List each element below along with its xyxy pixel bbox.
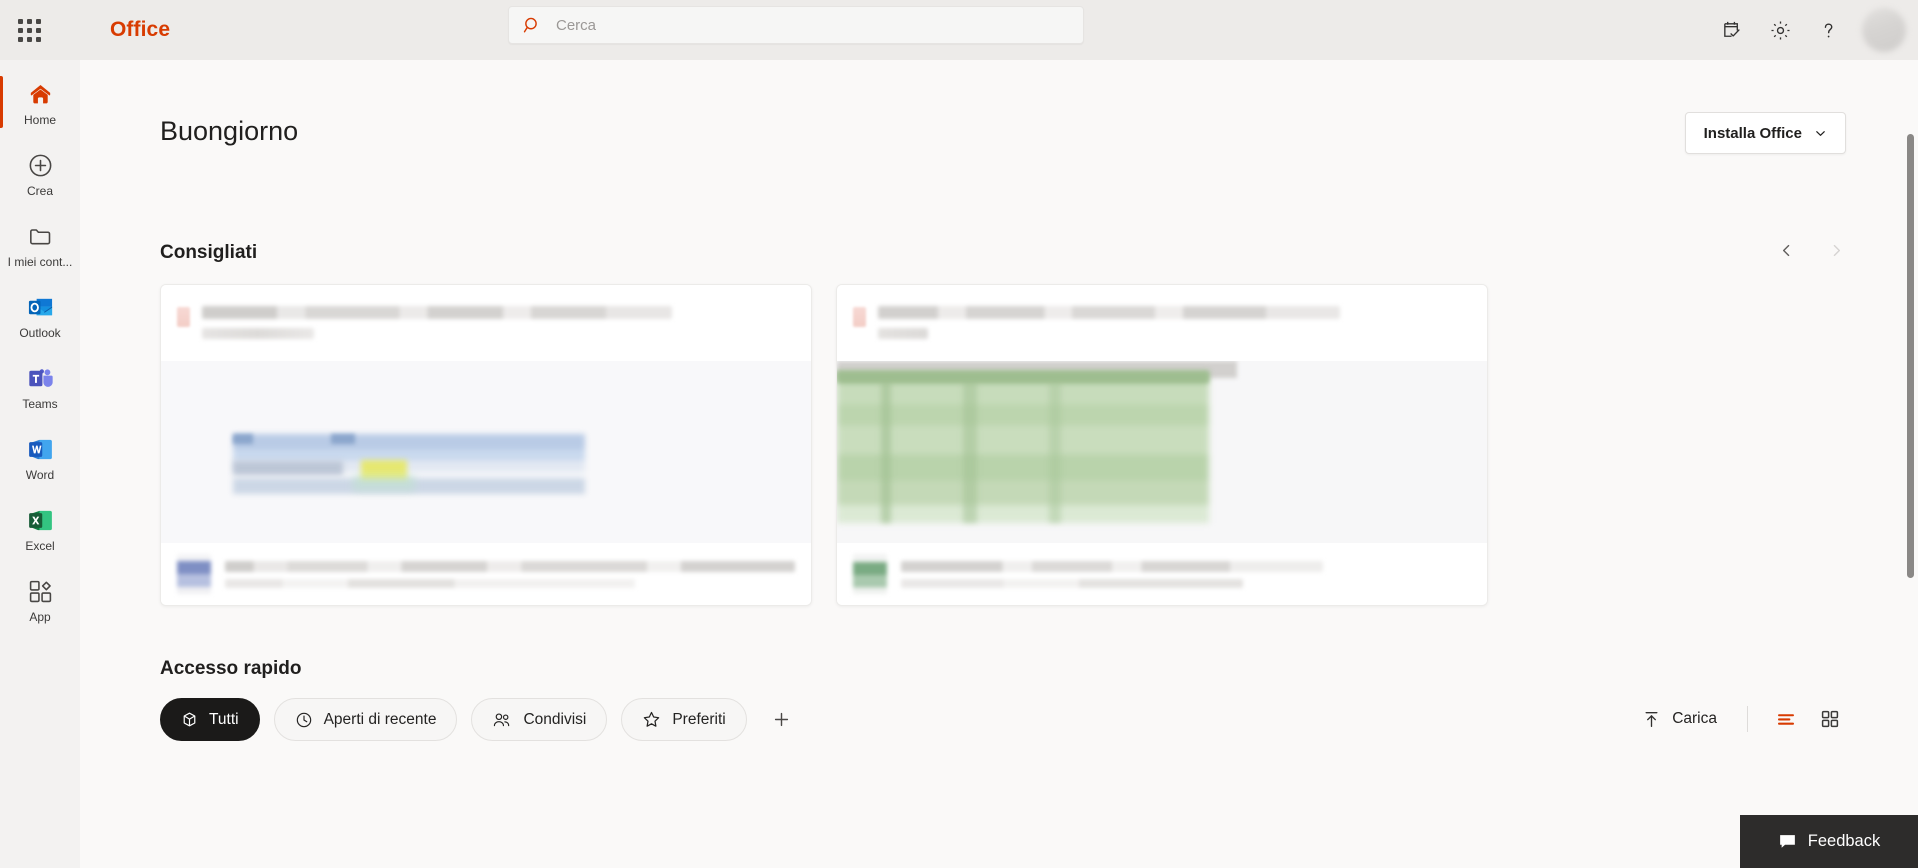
sidebar-item-outlook[interactable]: Outlook	[0, 281, 80, 352]
sidebar-item-label: I miei cont...	[7, 255, 73, 269]
apps-icon	[27, 577, 54, 605]
filter-chip-label: Preferiti	[672, 710, 726, 728]
card-title-placeholder	[202, 306, 672, 319]
feedback-button[interactable]: Feedback	[1740, 815, 1918, 868]
plus-icon	[775, 712, 789, 727]
app-sidebar: Home Crea I miei cont... Outlook Teams W…	[0, 60, 80, 868]
card-header	[837, 285, 1487, 361]
main-content: Buongiorno Installa Office Consigliati A…	[80, 60, 1918, 868]
install-office-label: Installa Office	[1703, 124, 1802, 142]
sidebar-item-label: App	[29, 610, 51, 624]
plus-circle-icon	[27, 151, 54, 179]
card-footer	[837, 543, 1487, 605]
add-filter-button[interactable]	[765, 703, 799, 737]
outlook-icon	[27, 293, 54, 321]
search-icon	[523, 17, 537, 32]
gear-icon[interactable]	[1756, 6, 1804, 54]
grid-view-button[interactable]	[1810, 700, 1850, 738]
filter-chip-aperti-di-recente[interactable]: Aperti di recente	[273, 698, 458, 741]
footer-line-1	[225, 560, 795, 572]
chevron-down-icon	[1816, 130, 1825, 136]
filter-chip-tutti[interactable]: Tutti	[160, 698, 260, 741]
word-icon	[27, 435, 54, 463]
list-view-button[interactable]	[1766, 700, 1806, 738]
avatar[interactable]	[1862, 8, 1906, 52]
comment-icon	[1779, 835, 1795, 848]
footer-line-1	[901, 560, 1323, 572]
people-icon	[494, 712, 510, 726]
file-preview-icon	[177, 554, 211, 594]
file-preview-icon	[853, 554, 887, 594]
carousel-prev-button[interactable]	[1768, 232, 1804, 268]
sidebar-item-label: Outlook	[19, 326, 61, 340]
recommended-cards	[160, 284, 1488, 606]
upload-button[interactable]: Carica	[1630, 702, 1729, 737]
search-box[interactable]	[508, 6, 1084, 44]
cube-icon	[183, 712, 196, 727]
quick-access-title: Accesso rapido	[160, 658, 302, 679]
sidebar-item-word[interactable]: Word	[0, 423, 80, 494]
vertical-scrollbar-track[interactable]	[1902, 120, 1918, 868]
quick-access-tools: Carica	[1630, 700, 1850, 738]
card-title-placeholder	[878, 306, 1340, 319]
recommended-section-title: Consigliati	[160, 242, 258, 263]
page-title: Buongiorno	[160, 116, 299, 146]
sidebar-item-teams[interactable]: Teams	[0, 352, 80, 423]
top-header-bar: Office	[0, 0, 1918, 60]
sidebar-item-label: Home	[23, 113, 56, 127]
file-type-icon	[853, 307, 866, 327]
star-icon	[644, 711, 660, 727]
list-view-icon	[1778, 714, 1794, 725]
waffle-icon	[17, 18, 41, 42]
filter-chip-label: Aperti di recente	[323, 710, 437, 728]
install-office-button[interactable]: Installa Office	[1684, 112, 1846, 154]
upload-label: Carica	[1672, 710, 1717, 727]
card-spreadsheet-preview	[837, 361, 1487, 545]
excel-icon	[27, 506, 54, 534]
chevron-left-icon	[1782, 244, 1789, 256]
note-check-icon[interactable]	[1708, 6, 1756, 54]
feedback-label: Feedback	[1807, 832, 1881, 850]
filter-chip-label: Condivisi	[523, 710, 587, 728]
sidebar-item-label: Word	[25, 468, 55, 482]
card-subtitle-placeholder	[878, 328, 928, 339]
carousel-next-button[interactable]	[1818, 232, 1854, 268]
sidebar-item-app[interactable]: App	[0, 565, 80, 636]
sidebar-item-label: Teams	[22, 397, 58, 411]
recommended-card-2[interactable]	[836, 284, 1488, 606]
clock-icon	[296, 712, 311, 727]
sidebar-item-label: Excel	[25, 539, 55, 553]
header-actions	[1708, 0, 1918, 60]
search-input[interactable]	[556, 16, 1069, 34]
home-icon	[27, 80, 54, 108]
footer-line-2	[225, 578, 636, 588]
filter-chip-condivisi[interactable]: Condivisi	[471, 698, 608, 741]
sidebar-item-label: Crea	[26, 184, 53, 198]
card-footer	[161, 543, 811, 605]
filter-chip-label: Tutti	[209, 710, 239, 728]
file-type-icon	[177, 307, 190, 327]
vertical-scrollbar-thumb[interactable]	[1907, 134, 1914, 578]
brand-title[interactable]: Office	[110, 18, 170, 42]
filter-chip-preferiti[interactable]: Preferiti	[621, 698, 747, 741]
teams-icon	[27, 364, 54, 392]
card-document-preview	[161, 361, 811, 545]
folder-icon	[27, 222, 54, 250]
sidebar-item-home[interactable]: Home	[0, 68, 80, 139]
sidebar-item-crea[interactable]: Crea	[0, 139, 80, 210]
sidebar-item-excel[interactable]: Excel	[0, 494, 80, 565]
tools-divider	[1747, 706, 1748, 732]
card-subtitle-placeholder	[202, 328, 314, 339]
footer-line-2	[901, 578, 1243, 588]
upload-icon	[1645, 711, 1658, 727]
chevron-right-icon	[1833, 244, 1840, 256]
recommended-card-1[interactable]	[160, 284, 812, 606]
card-header	[161, 285, 811, 361]
quick-access-filters: Tutti Aperti di recente Condivisi Prefer…	[160, 698, 799, 741]
grid-view-icon	[1821, 710, 1839, 728]
app-launcher-button[interactable]	[0, 0, 58, 60]
carousel-nav	[1768, 232, 1854, 268]
sidebar-item-i-miei-contenuti[interactable]: I miei cont...	[0, 210, 80, 281]
help-icon[interactable]	[1804, 6, 1852, 54]
